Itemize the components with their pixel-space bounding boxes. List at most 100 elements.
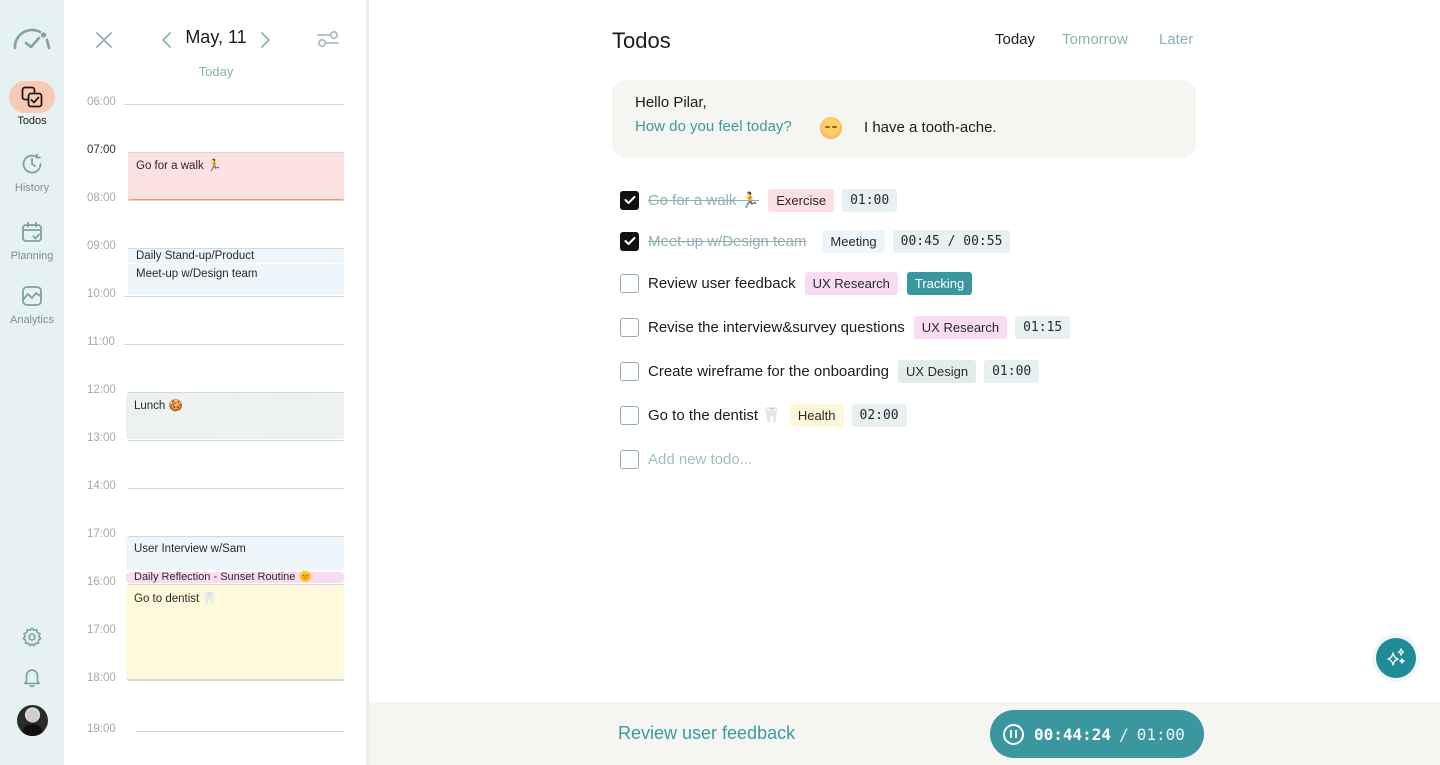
todo-duration: 01:00 [984,359,1040,383]
timer-elapsed: 00:44:24 [1034,724,1112,744]
todo-title[interactable]: Go for a walk 🏃 [648,191,759,209]
todo-duration: 00:45 / 00:55 [892,229,1011,253]
todo-duration: 01:00 [842,188,898,212]
hour-label: 13:00 [87,432,116,444]
hour-line [124,344,344,345]
timer-total: 01:00 [1136,724,1185,744]
todo-checkbox[interactable] [620,231,639,251]
todo-checkbox[interactable] [620,361,639,381]
notifications-button[interactable] [20,665,44,689]
planning-icon [9,216,55,248]
hour-row: 14:00 [64,480,368,492]
calendar-event[interactable]: Daily Reflection - Sunset Routine 🌞 [126,572,344,583]
timer-separator: / [1119,724,1129,744]
todo-title[interactable]: Revise the interview&survey questions [648,319,905,336]
ai-assistant-button[interactable] [1376,638,1416,678]
todo-tag[interactable]: Meeting [822,229,885,253]
nav-item-analytics[interactable]: Analytics [0,280,64,326]
hour-line [124,104,344,105]
app-logo-icon[interactable] [12,26,52,52]
hour-line [124,296,344,297]
hour-label: 17:00 [87,624,116,636]
close-calendar-button[interactable] [94,30,114,50]
timer-pill[interactable]: 00:44:24 / 01:00 [990,710,1204,758]
todo-tag[interactable]: UX Research [913,315,1008,339]
settings-button[interactable] [20,625,44,649]
current-task-link[interactable]: Review user feedback [618,723,795,744]
tracker-bar: Review user feedback 00:44:24 / 01:00 [369,702,1440,765]
hour-line [136,731,344,732]
calendar-event[interactable]: Daily Stand-up/Product [128,249,344,263]
avatar[interactable] [17,705,48,736]
hour-line [128,488,344,489]
chevron-right-icon [261,32,270,48]
previous-day-button[interactable] [160,30,174,50]
todo-checkbox[interactable] [620,405,639,425]
hour-label: 14:00 [87,480,116,492]
calendar-event[interactable]: User Interview w/Sam [126,537,344,570]
mood-question-link[interactable]: How do you feel today? [635,118,792,135]
hour-row: 10:00 [64,288,368,300]
tracking-status-badge[interactable]: Tracking [906,271,973,295]
calendar-filter-button[interactable] [316,28,340,50]
todo-checkbox[interactable] [620,273,639,293]
todo-duration: 01:15 [1015,315,1071,339]
history-icon [9,148,55,180]
hour-label: 19:00 [87,723,116,735]
pause-icon[interactable] [1003,723,1024,745]
todo-checkbox[interactable] [620,190,639,210]
hour-label: 12:00 [87,384,116,396]
pensive-face-icon[interactable] [820,117,842,139]
todo-title[interactable]: Meet-up w/Design team [648,233,806,250]
hour-label: 17:00 [87,528,116,540]
todo-title[interactable]: Go to the dentist 🦷 [648,406,781,424]
add-todo-checkbox[interactable] [620,449,639,469]
add-todo-row: Add new todo... [620,446,752,472]
calendar-relative-day: Today [198,64,234,79]
day-calendar-panel: May, 11 Today 06:00 07:00 08:00 09:00 10:00 1… [64,0,368,765]
todo-tag[interactable]: Exercise [768,188,835,212]
next-day-button[interactable] [258,30,272,50]
todo-item: Review user feedback UX Research Trackin… [620,270,973,296]
todo-tag[interactable]: UX Design [897,359,977,383]
todo-checkbox[interactable] [620,317,639,337]
hour-line [128,680,344,681]
calendar-event[interactable]: Lunch 🍪 [126,393,344,439]
nav-item-label: Analytics [9,314,55,326]
calendar-event[interactable]: Go for a walk 🏃 [128,152,344,200]
panel-divider[interactable] [366,0,369,765]
nav-item-planning[interactable]: Planning [0,216,64,262]
tab-today[interactable]: Today [995,31,1035,48]
tab-later[interactable]: Later [1159,31,1193,48]
hour-label: 09:00 [87,240,116,252]
add-todo-input[interactable]: Add new todo... [648,451,752,468]
todo-tag[interactable]: Health [789,403,844,427]
hour-row: 13:00 [64,432,368,444]
mood-text[interactable]: I have a tooth-ache. [864,119,997,136]
hour-line [128,440,344,441]
nav-item-label: History [14,182,50,194]
hour-label: 18:00 [87,672,116,684]
calendar-event[interactable]: Go to dentist 🦷 [126,585,344,680]
hour-label: 08:00 [87,192,116,204]
hour-label: 06:00 [87,96,116,108]
todo-tag[interactable]: UX Research [804,271,898,295]
todo-title[interactable]: Review user feedback [648,275,796,292]
todo-item: Meet-up w/Design team Meeting 00:45 / 00… [620,228,1011,254]
todo-duration: 02:00 [851,403,907,427]
hour-label: 10:00 [87,288,116,300]
nav-item-label: Planning [10,250,54,262]
close-icon [96,32,112,48]
todos-icon [9,81,55,113]
hour-line [128,200,344,201]
bell-icon [23,669,41,688]
sliders-icon [317,30,339,48]
tab-tomorrow[interactable]: Tomorrow [1062,31,1128,48]
hour-label: 07:00 [87,144,116,156]
nav-item-todos[interactable]: Todos [0,81,64,127]
nav-item-history[interactable]: History [0,148,64,194]
todo-title[interactable]: Create wireframe for the onboarding [648,363,889,380]
hour-row: 18:00 [64,672,368,684]
calendar-event[interactable]: Meet-up w/Design team [128,264,344,295]
todo-item: Create wireframe for the onboarding UX D… [620,358,1040,384]
